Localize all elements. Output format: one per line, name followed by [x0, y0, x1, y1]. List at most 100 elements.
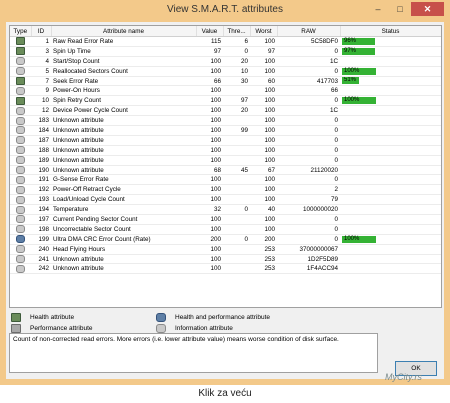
information-attribute-icon	[16, 156, 25, 165]
table-row[interactable]: 192 Power-Off Retract Cycle 100 100 2	[10, 184, 441, 196]
cell-worst: 67	[250, 165, 277, 176]
column-header-threshold[interactable]: Thre...	[223, 26, 251, 37]
attributes-table-container[interactable]: Type ID Attribute name Value Thre... Wor…	[9, 25, 442, 308]
cell-id: 183	[31, 115, 51, 127]
cell-type	[10, 66, 31, 77]
information-attribute-icon	[16, 185, 25, 194]
table-row[interactable]: 5 Reallocated Sectors Count 100 10 100 0 100%	[10, 66, 441, 77]
column-header-value[interactable]: Value	[196, 26, 224, 37]
cell-worst: 253	[250, 254, 277, 265]
cell-value: 100	[196, 254, 223, 265]
cell-worst: 60	[250, 76, 277, 87]
column-header-status[interactable]: Status	[340, 26, 441, 37]
cell-threshold	[223, 145, 250, 156]
cell-threshold: 20	[223, 105, 250, 117]
image-caption[interactable]: Klik za veću	[0, 385, 450, 403]
status-progress-bar: 96%	[342, 37, 376, 45]
cell-threshold: 0	[223, 46, 250, 57]
column-header-type[interactable]: Type	[10, 26, 32, 37]
column-header-attribute-name[interactable]: Attribute name	[51, 26, 197, 37]
cell-threshold	[223, 115, 250, 127]
information-attribute-icon	[16, 205, 25, 214]
table-row[interactable]: 3 Spin Up Time 97 0 97 0 97%	[10, 46, 441, 57]
health-attribute-icon	[11, 313, 21, 322]
table-row[interactable]: 184 Unknown attribute 100 99 100 0	[10, 125, 441, 136]
table-row[interactable]: 240 Head Flying Hours 100 253 37000000067	[10, 244, 441, 255]
cell-worst: 200	[250, 234, 277, 245]
cell-worst: 100	[250, 125, 277, 136]
cell-threshold	[223, 85, 250, 97]
watermark-logo: MyCity.rs	[385, 372, 422, 382]
cell-value: 100	[196, 135, 223, 146]
cell-status	[340, 184, 441, 196]
table-row[interactable]: 9 Power-On Hours 100 100 66	[10, 85, 441, 97]
cell-raw: 1F4ACC94	[277, 263, 340, 275]
cell-status: 51%	[340, 76, 441, 87]
table-row[interactable]: 198 Uncorrectable Sector Count 100 100 0	[10, 224, 441, 235]
table-row[interactable]: 241 Unknown attribute 100 253 1D2F5D89	[10, 254, 441, 265]
cell-attribute-name: Current Pending Sector Count	[51, 214, 196, 225]
cell-id: 191	[31, 174, 51, 186]
table-row[interactable]: 197 Current Pending Sector Count 100 100 0	[10, 214, 441, 225]
cell-worst: 40	[250, 204, 277, 216]
information-attribute-icon	[16, 166, 25, 174]
cell-raw: 0	[277, 214, 340, 225]
table-row[interactable]: 1 Raw Read Error Rate 115 6 100 5C58DF0 96%	[10, 36, 441, 47]
cell-raw: 79	[277, 194, 340, 206]
information-attribute-icon	[156, 324, 166, 333]
table-row[interactable]: 10 Spin Retry Count 100 97 100 0 100%	[10, 95, 441, 107]
title-bar[interactable]: View S.M.A.R.T. attributes – □ ✕	[0, 0, 450, 22]
table-row[interactable]: 193 Load/Unload Cycle Count 100 100 79	[10, 194, 441, 206]
cell-value: 100	[196, 125, 223, 136]
cell-status	[340, 115, 441, 127]
table-row[interactable]: 12 Device Power Cycle Count 100 20 100 1C	[10, 105, 441, 117]
maximize-button[interactable]: □	[389, 2, 411, 16]
table-header-row: Type ID Attribute name Value Thre... Wor…	[10, 26, 441, 37]
table-row[interactable]: 4 Start/Stop Count 100 20 100 1C	[10, 56, 441, 67]
cell-attribute-name: Unknown attribute	[51, 165, 196, 176]
column-header-raw[interactable]: RAW	[277, 26, 341, 37]
cell-attribute-name: Unknown attribute	[51, 115, 196, 127]
health-performance-attribute-icon	[16, 235, 25, 244]
table-row[interactable]: 194 Temperature 32 0 40 1000000020	[10, 204, 441, 216]
table-row[interactable]: 188 Unknown attribute 100 100 0	[10, 145, 441, 156]
cell-attribute-name: Power-Off Retract Cycle	[51, 184, 196, 196]
cell-attribute-name: Unknown attribute	[51, 155, 196, 166]
cell-raw: 37000000067	[277, 244, 340, 255]
minimize-button[interactable]: –	[367, 2, 389, 16]
table-row[interactable]: 242 Unknown attribute 100 253 1F4ACC94	[10, 263, 441, 275]
information-attribute-icon	[16, 225, 25, 234]
table-row[interactable]: 191 G-Sense Error Rate 100 100 0	[10, 174, 441, 186]
table-row[interactable]: 189 Unknown attribute 100 100 0	[10, 155, 441, 166]
table-row[interactable]: 199 Ultra DMA CRC Error Count (Rate) 200 0 2…	[10, 234, 441, 245]
cell-threshold: 0	[223, 234, 250, 245]
cell-threshold: 45	[223, 165, 250, 176]
cell-value: 100	[196, 244, 223, 255]
table-row[interactable]: 183 Unknown attribute 100 100 0	[10, 115, 441, 127]
cell-worst: 100	[250, 36, 277, 47]
legend-health: Health attribute	[11, 313, 74, 323]
cell-status: 100%	[340, 234, 441, 245]
column-header-worst[interactable]: Worst	[250, 26, 278, 37]
cell-threshold: 97	[223, 95, 250, 107]
cell-worst: 253	[250, 244, 277, 255]
cell-attribute-name: Unknown attribute	[51, 254, 196, 265]
cell-raw: 0	[277, 155, 340, 166]
close-button[interactable]: ✕	[411, 2, 444, 16]
cell-raw: 417703	[277, 76, 340, 87]
table-row[interactable]: 7 Seek Error Rate 66 30 60 417703 51%	[10, 76, 441, 87]
table-row[interactable]: 190 Unknown attribute 68 45 67 21120020	[10, 165, 441, 176]
cell-id: 241	[31, 254, 51, 265]
column-header-id[interactable]: ID	[31, 26, 52, 37]
cell-id: 12	[31, 105, 51, 117]
cell-threshold	[223, 214, 250, 225]
cell-raw: 0	[277, 234, 340, 245]
cell-type	[10, 194, 31, 206]
cell-attribute-name: Unknown attribute	[51, 263, 196, 275]
status-percent-label: 100%	[344, 235, 360, 242]
cell-status	[340, 214, 441, 225]
cell-raw: 66	[277, 85, 340, 97]
cell-value: 100	[196, 263, 223, 275]
table-row[interactable]: 187 Unknown attribute 100 100 0	[10, 135, 441, 146]
cell-value: 100	[196, 56, 223, 67]
